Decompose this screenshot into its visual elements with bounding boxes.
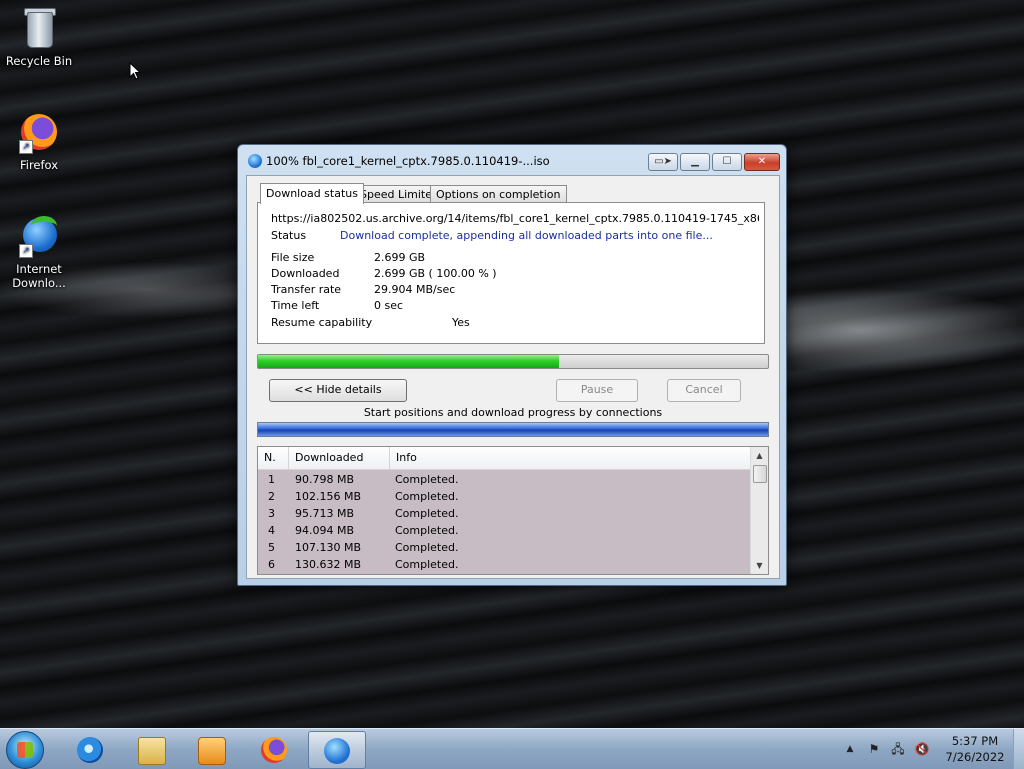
clock-time: 5:37 PM [951, 734, 999, 748]
network-icon[interactable]: 🖧 [890, 741, 906, 757]
connections-table: N. Downloaded Info 1 90.798 MB Completed… [257, 446, 769, 575]
row-number: 6 [268, 558, 275, 571]
downloaded-value: 2.699 GB ( 100.00 % ) [374, 267, 497, 280]
download-progress-fill [258, 355, 559, 368]
connections-caption: Start positions and download progress by… [363, 406, 663, 419]
row-number: 5 [268, 541, 275, 554]
system-tray: ▲ ⚑ 🖧 🔇 [840, 729, 935, 769]
idm-icon: ↗ [17, 214, 61, 258]
file-size-value: 2.699 GB [374, 251, 426, 264]
taskbar-firefox[interactable] [246, 731, 302, 767]
taskbar-internet-download-manager[interactable] [308, 731, 366, 769]
resume-capability-value: Yes [452, 316, 470, 329]
table-row[interactable]: 2 102.156 MB Completed. [258, 488, 750, 505]
time-left-value: 0 sec [374, 299, 404, 312]
connections-progress-bar [257, 422, 769, 437]
scrollbar-thumb[interactable] [753, 465, 767, 483]
idm-icon [324, 738, 350, 764]
table-row[interactable]: 3 95.713 MB Completed. [258, 505, 750, 522]
status-value: Download complete, appending all downloa… [340, 229, 713, 242]
download-progress-dialog: 100% fbl_core1_kernel_cptx.7985.0.110419… [237, 144, 787, 586]
row-number: 4 [268, 524, 275, 537]
download-status-panel: https://ia802502.us.archive.org/14/items… [257, 202, 765, 344]
taskbar: ▲ ⚑ 🖧 🔇 5:37 PM 7/26/2022 [0, 728, 1024, 769]
status-label: Status [271, 229, 307, 242]
desktop-icon-label: Firefox [19, 158, 59, 172]
desktop-icon-label-line2: Downlo... [12, 276, 66, 290]
row-downloaded: 95.713 MB [295, 507, 355, 520]
column-header-info[interactable]: Info [390, 447, 748, 469]
dialog-client-area: Download status Speed Limiter Options on… [246, 175, 780, 579]
tab-download-status[interactable]: Download status [260, 183, 364, 204]
idm-icon [248, 154, 262, 168]
internet-explorer-icon [77, 737, 103, 763]
table-body: 1 90.798 MB Completed. 2 102.156 MB Comp… [258, 470, 750, 574]
row-downloaded: 90.798 MB [295, 473, 355, 486]
close-button[interactable]: ✕ [744, 153, 780, 171]
table-scrollbar[interactable]: ▲ ▼ [750, 447, 768, 574]
dialog-titlebar[interactable]: 100% fbl_core1_kernel_cptx.7985.0.110419… [238, 145, 786, 175]
file-size-label: File size [271, 251, 315, 264]
table-row[interactable]: 1 90.798 MB Completed. [258, 471, 750, 488]
row-downloaded: 107.130 MB [295, 541, 362, 554]
taskbar-clock[interactable]: 5:37 PM 7/26/2022 [935, 733, 1015, 765]
table-row[interactable]: 5 107.130 MB Completed. [258, 539, 750, 556]
maximize-button[interactable]: ☐ [712, 153, 742, 171]
action-center-flag-icon[interactable]: ⚑ [866, 741, 882, 757]
cancel-button[interactable]: Cancel [667, 379, 741, 402]
desktop-icon-recycle-bin[interactable]: Recycle Bin [4, 6, 74, 68]
row-downloaded: 130.632 MB [295, 558, 362, 571]
row-number: 1 [268, 473, 275, 486]
row-info: Completed. [395, 541, 459, 554]
row-downloaded: 102.156 MB [295, 490, 362, 503]
row-downloaded: 94.094 MB [295, 524, 355, 537]
column-header-downloaded[interactable]: Downloaded [289, 447, 390, 469]
row-info: Completed. [395, 473, 459, 486]
media-player-icon [198, 737, 226, 765]
taskbar-file-explorer[interactable] [123, 731, 179, 767]
download-url: https://ia802502.us.archive.org/14/items… [271, 212, 759, 225]
resume-capability-label: Resume capability [271, 316, 373, 329]
start-button[interactable] [6, 731, 44, 769]
table-header: N. Downloaded Info [258, 447, 750, 470]
show-hidden-icons-icon[interactable]: ▲ [842, 741, 858, 757]
row-info: Completed. [395, 490, 459, 503]
desktop-icon-firefox[interactable]: ↗ Firefox [4, 110, 74, 172]
firefox-icon [261, 737, 287, 763]
firefox-icon: ↗ [17, 110, 61, 154]
taskbar-internet-explorer[interactable] [62, 731, 118, 767]
hide-details-button[interactable]: << Hide details [269, 379, 407, 402]
desktop-icon-label: Recycle Bin [5, 54, 73, 68]
volume-muted-icon[interactable]: 🔇 [914, 741, 930, 757]
row-number: 3 [268, 507, 275, 520]
minimize-to-tray-button[interactable]: ▭➤ [648, 153, 678, 171]
tab-options-on-completion[interactable]: Options on completion [430, 185, 567, 203]
desktop-icon-label-line1: Internet [16, 262, 62, 276]
table-row[interactable]: 6 130.632 MB Completed. [258, 556, 750, 573]
pause-button[interactable]: Pause [556, 379, 638, 402]
time-left-label: Time left [271, 299, 320, 312]
folder-icon [138, 737, 166, 765]
show-desktop-button[interactable] [1013, 729, 1024, 769]
scroll-down-icon[interactable]: ▼ [751, 557, 768, 574]
minimize-button[interactable]: ▁ [680, 153, 710, 171]
recycle-bin-icon [17, 6, 61, 50]
dialog-title: 100% fbl_core1_kernel_cptx.7985.0.110419… [266, 154, 550, 168]
transfer-rate-value: 29.904 MB/sec [374, 283, 456, 296]
row-info: Completed. [395, 524, 459, 537]
row-number: 2 [268, 490, 275, 503]
desktop-icon-internet-download-manager[interactable]: ↗ Internet Downlo... [4, 214, 74, 290]
mouse-cursor-icon [129, 62, 141, 80]
column-header-number[interactable]: N. [258, 447, 289, 469]
download-progress-bar [257, 354, 769, 369]
row-info: Completed. [395, 558, 459, 571]
scroll-up-icon[interactable]: ▲ [751, 447, 768, 464]
windows-logo-icon [17, 742, 33, 758]
taskbar-media-player[interactable] [183, 731, 239, 767]
row-info: Completed. [395, 507, 459, 520]
clock-date: 7/26/2022 [945, 750, 1005, 764]
transfer-rate-label: Transfer rate [271, 283, 342, 296]
table-row[interactable]: 4 94.094 MB Completed. [258, 522, 750, 539]
downloaded-label: Downloaded [271, 267, 340, 280]
